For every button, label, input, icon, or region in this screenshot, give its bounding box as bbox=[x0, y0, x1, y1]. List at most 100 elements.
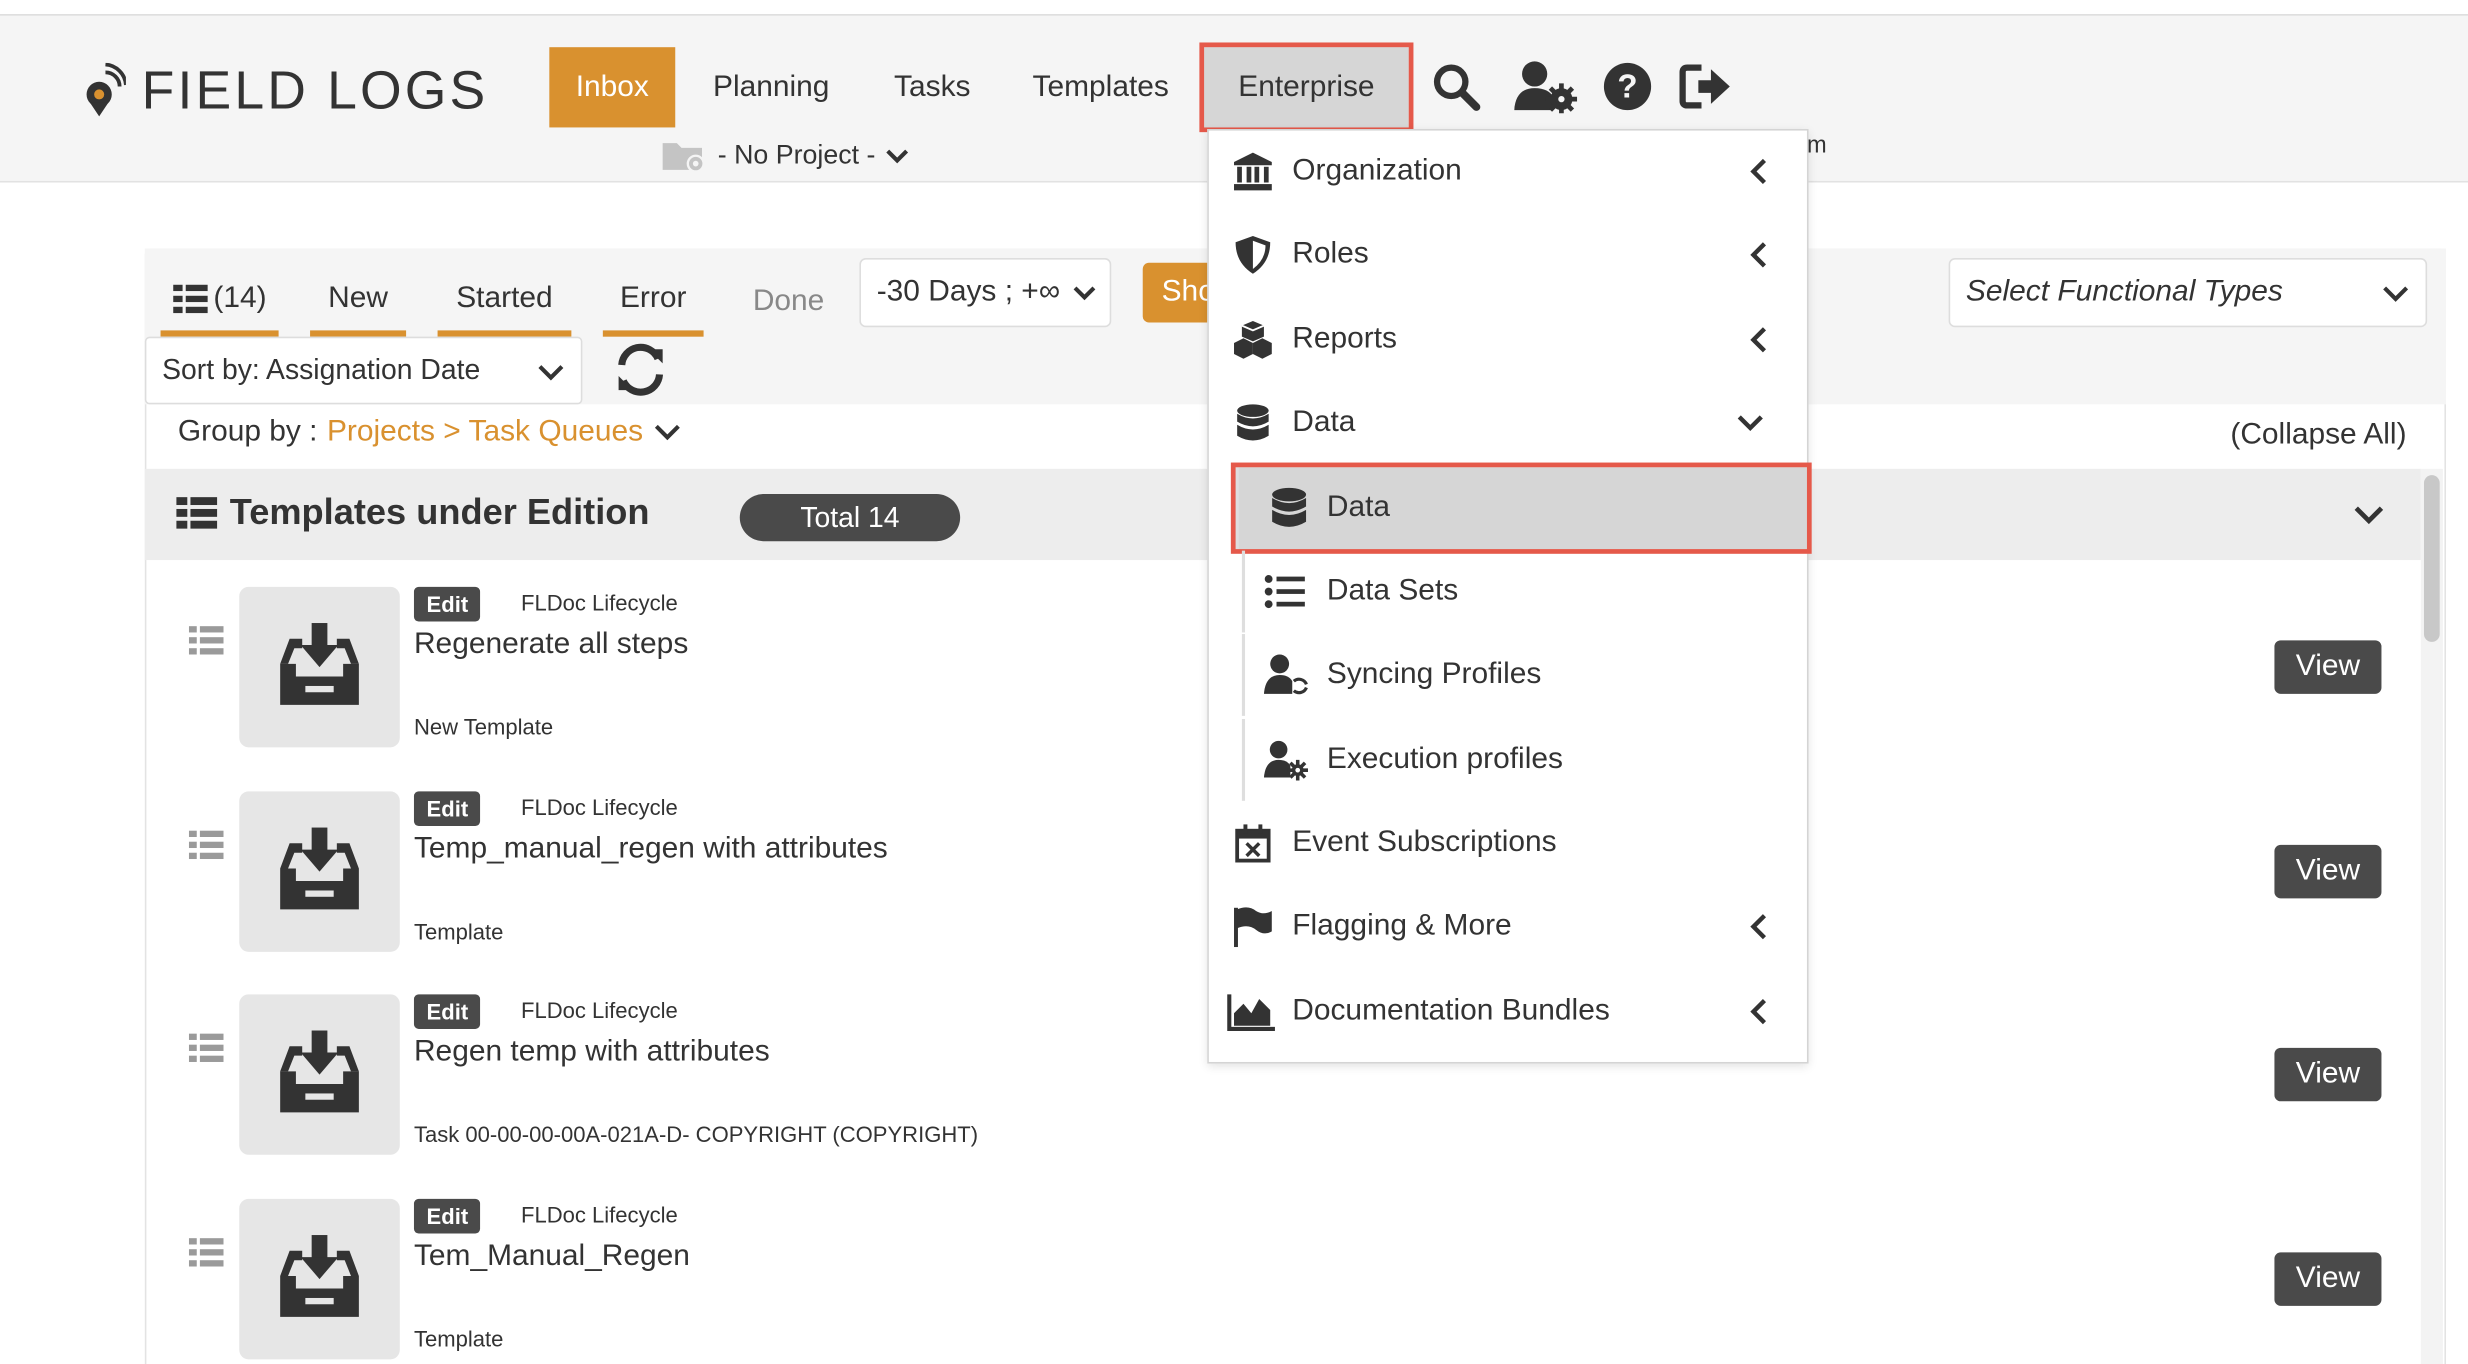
view-button[interactable]: View bbox=[2274, 844, 2382, 899]
submenu-item-syncing-profiles[interactable]: Syncing Profiles bbox=[1241, 634, 1809, 716]
project-selector-label: - No Project - bbox=[717, 140, 876, 170]
template-title[interactable]: Temp_manual_regen with attributes bbox=[414, 832, 888, 867]
collapse-all-link[interactable]: (Collapse All) bbox=[2230, 418, 2406, 453]
list-icon bbox=[176, 496, 218, 528]
lifecycle-label: FLDoc Lifecycle bbox=[520, 997, 678, 1023]
chevron-down-icon[interactable] bbox=[2348, 497, 2389, 532]
group-by[interactable]: Group by : Projects > Task Queues bbox=[178, 415, 681, 450]
view-button[interactable]: View bbox=[2274, 640, 2382, 694]
menu-item-reports[interactable]: Reports bbox=[1207, 299, 1808, 381]
refresh-icon[interactable] bbox=[611, 340, 671, 400]
group-by-label: Group by : bbox=[177, 415, 318, 449]
menu-item-event-subscriptions[interactable]: Event Subscriptions bbox=[1207, 802, 1808, 884]
view-button[interactable]: View bbox=[2274, 1047, 2382, 1102]
location-signal-icon bbox=[86, 62, 126, 117]
drag-handle-icon[interactable] bbox=[188, 625, 224, 656]
chevron-down-icon bbox=[1737, 415, 1763, 432]
menu-item-label: Organization bbox=[1292, 154, 1462, 188]
template-subtitle: Template bbox=[413, 1326, 504, 1352]
chevron-down-icon bbox=[1073, 286, 1096, 301]
tab-started[interactable]: Started bbox=[437, 267, 572, 337]
menu-item-organization[interactable]: Organization bbox=[1207, 131, 1808, 213]
list-bullets-icon bbox=[1264, 575, 1305, 609]
nav-planning[interactable]: Planning bbox=[688, 47, 855, 127]
tab-done[interactable]: Done bbox=[735, 267, 842, 336]
total-badge: Total 14 bbox=[739, 494, 961, 542]
edit-badge[interactable]: Edit bbox=[413, 586, 481, 622]
group-title-text: Templates under Edition bbox=[229, 490, 650, 532]
functional-types-select[interactable]: Select Functional Types bbox=[1948, 258, 2428, 328]
cubes-icon bbox=[1234, 320, 1272, 359]
nav-templates[interactable]: Templates bbox=[1007, 47, 1194, 127]
date-range-value: -30 Days ; +∞ bbox=[876, 275, 1061, 309]
nav-inbox[interactable]: Inbox bbox=[549, 47, 676, 128]
chevron-left-icon bbox=[1750, 327, 1767, 353]
date-range-select[interactable]: -30 Days ; +∞ bbox=[859, 258, 1112, 328]
chevron-left-icon bbox=[1750, 999, 1767, 1025]
flag-icon bbox=[1234, 907, 1272, 948]
database-icon bbox=[1272, 487, 1307, 527]
chevron-down-icon bbox=[654, 424, 680, 441]
chevron-left-icon bbox=[1750, 914, 1767, 940]
list-icon bbox=[172, 284, 208, 314]
chevron-left-icon bbox=[1750, 242, 1767, 268]
tab-error[interactable]: Error bbox=[602, 267, 704, 337]
template-subtitle: Template bbox=[413, 918, 504, 944]
template-title[interactable]: Regen temp with attributes bbox=[414, 1035, 770, 1070]
submenu-item-data-sets[interactable]: Data Sets bbox=[1241, 550, 1809, 633]
area-chart-icon bbox=[1227, 994, 1275, 1031]
menu-item-flagging[interactable]: Flagging & More bbox=[1207, 886, 1808, 968]
edit-badge[interactable]: Edit bbox=[413, 994, 481, 1029]
menu-item-data[interactable]: Data bbox=[1207, 382, 1808, 464]
menu-item-roles[interactable]: Roles bbox=[1207, 214, 1808, 296]
chevron-down-icon bbox=[538, 364, 564, 380]
menu-item-label: Event Subscriptions bbox=[1292, 825, 1557, 860]
window-top-border bbox=[0, 0, 2468, 16]
scrollbar-thumb[interactable] bbox=[2423, 475, 2440, 642]
inbox-download-icon bbox=[239, 1198, 400, 1360]
project-selector[interactable]: - No Project - bbox=[661, 138, 910, 173]
inbox-download-icon bbox=[239, 994, 400, 1155]
submenu-item-execution-profiles[interactable]: Execution profiles bbox=[1241, 718, 1809, 801]
template-title[interactable]: Regenerate all steps bbox=[414, 628, 688, 663]
drag-handle-icon[interactable] bbox=[188, 1237, 224, 1268]
chevron-down-icon bbox=[886, 149, 909, 164]
help-icon[interactable]: ? bbox=[1601, 60, 1655, 113]
submenu-item-data[interactable]: Data bbox=[1230, 462, 1812, 554]
menu-item-label: Data bbox=[1326, 490, 1391, 524]
menu-item-documentation-bundles[interactable]: Documentation Bundles bbox=[1207, 971, 1808, 1053]
logo-text: FIELD LOGS bbox=[141, 60, 489, 121]
tab-all-count: (14) bbox=[213, 281, 267, 315]
sort-select[interactable]: Sort by: Assignation Date bbox=[144, 336, 583, 405]
folder-settings-icon bbox=[662, 143, 705, 173]
drag-handle-icon[interactable] bbox=[188, 1032, 224, 1063]
tab-new[interactable]: New bbox=[310, 267, 407, 337]
tab-all[interactable]: (14) bbox=[160, 267, 279, 337]
view-button[interactable]: View bbox=[2274, 1252, 2382, 1306]
menu-item-label: Documentation Bundles bbox=[1292, 994, 1610, 1028]
app-logo[interactable]: FIELD LOGS bbox=[82, 60, 489, 123]
lifecycle-label: FLDoc Lifecycle bbox=[520, 794, 678, 820]
user-settings-icon bbox=[1263, 740, 1308, 781]
group-by-value[interactable]: Projects > Task Queues bbox=[327, 415, 643, 450]
template-title[interactable]: Tem_Manual_Regen bbox=[414, 1240, 690, 1275]
search-icon[interactable] bbox=[1429, 60, 1483, 113]
calendar-x-icon bbox=[1235, 824, 1271, 863]
lifecycle-label: FLDoc Lifecycle bbox=[520, 1202, 678, 1228]
edit-badge[interactable]: Edit bbox=[413, 1198, 481, 1234]
menu-item-label: Data Sets bbox=[1326, 574, 1459, 608]
shield-icon bbox=[1235, 235, 1271, 274]
menu-item-label: Reports bbox=[1292, 322, 1397, 356]
drag-handle-icon[interactable] bbox=[188, 829, 224, 860]
template-subtitle: Task 00-00-00-00A-021A-D- COPYRIGHT (COP… bbox=[413, 1121, 979, 1147]
lifecycle-label: FLDoc Lifecycle bbox=[520, 589, 678, 616]
user-settings-icon[interactable] bbox=[1514, 60, 1578, 114]
nav-tasks[interactable]: Tasks bbox=[869, 47, 996, 127]
edit-badge[interactable]: Edit bbox=[413, 791, 481, 826]
list-item[interactable]: Edit FLDoc Lifecycle Tem_Manual_Regen Te… bbox=[145, 1174, 2421, 1364]
logout-icon[interactable] bbox=[1679, 60, 1733, 113]
functional-types-placeholder: Select Functional Types bbox=[1965, 275, 2283, 309]
institution-icon bbox=[1234, 152, 1272, 191]
nav-enterprise[interactable]: Enterprise bbox=[1199, 42, 1414, 133]
inbox-download-icon bbox=[239, 586, 400, 748]
